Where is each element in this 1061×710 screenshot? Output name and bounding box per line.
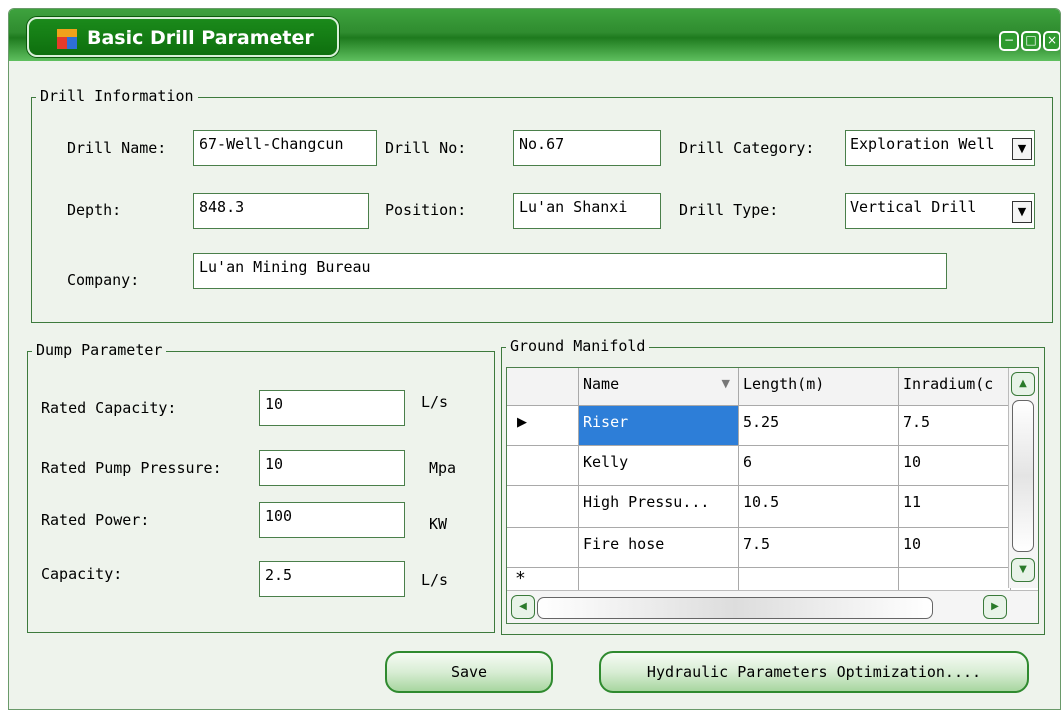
drill-name-label: Drill Name: bbox=[67, 139, 167, 157]
column-header-length[interactable]: Length(m) bbox=[739, 368, 899, 406]
new-row-icon: * bbox=[515, 568, 526, 589]
capacity-label: Capacity: bbox=[41, 565, 123, 583]
sort-down-icon: ▼ bbox=[721, 377, 730, 390]
table-cell[interactable]: High Pressu... bbox=[579, 486, 739, 528]
chevron-down-icon[interactable]: ▼ bbox=[1012, 201, 1032, 223]
position-field[interactable]: Lu'an Shanxi bbox=[513, 193, 661, 229]
column-header-name-label: Name bbox=[583, 375, 620, 393]
chevron-down-icon[interactable]: ▼ bbox=[1012, 138, 1032, 160]
table-cell[interactable]: 10 bbox=[899, 528, 1011, 568]
scroll-right-icon[interactable]: ▶ bbox=[983, 595, 1007, 619]
manifold-grid[interactable]: Name ▼ Length(m) Inradium(c ▶ Riser 5.25… bbox=[506, 367, 1039, 624]
row-header[interactable] bbox=[507, 528, 579, 568]
row-header[interactable]: ▶ bbox=[507, 406, 579, 446]
rated-capacity-unit: L/s bbox=[421, 393, 449, 411]
depth-field[interactable]: 848.3 bbox=[193, 193, 369, 229]
save-button[interactable]: Save bbox=[385, 651, 553, 693]
scroll-down-icon[interactable]: ▼ bbox=[1011, 558, 1035, 582]
table-cell[interactable]: 5.25 bbox=[739, 406, 899, 446]
new-row-header[interactable]: * bbox=[507, 568, 579, 592]
table-cell[interactable]: Kelly bbox=[579, 446, 739, 486]
drill-information-legend: Drill Information bbox=[36, 87, 198, 105]
window-title: Basic Drill Parameter bbox=[87, 27, 314, 49]
table-cell[interactable]: 7.5 bbox=[899, 406, 1011, 446]
rated-power-unit: KW bbox=[429, 515, 448, 533]
drill-category-value: Exploration Well bbox=[850, 135, 995, 153]
rated-capacity-label: Rated Capacity: bbox=[41, 399, 177, 417]
scroll-left-icon[interactable]: ◀ bbox=[511, 595, 535, 619]
rated-pump-pressure-field[interactable]: 10 bbox=[259, 450, 405, 486]
grid-corner bbox=[507, 368, 579, 406]
depth-label: Depth: bbox=[67, 201, 122, 219]
table-cell[interactable] bbox=[899, 568, 1011, 592]
column-header-name[interactable]: Name ▼ bbox=[579, 368, 739, 406]
capacity-field[interactable]: 2.5 bbox=[259, 561, 405, 597]
current-row-icon: ▶ bbox=[517, 415, 527, 430]
row-header[interactable] bbox=[507, 446, 579, 486]
column-header-inradium[interactable]: Inradium(c bbox=[899, 368, 1011, 406]
table-cell[interactable]: 7.5 bbox=[739, 528, 899, 568]
drill-no-field[interactable]: No.67 bbox=[513, 130, 661, 166]
vertical-scrollbar[interactable]: ▲ ▼ bbox=[1008, 368, 1038, 588]
drill-type-value: Vertical Drill bbox=[850, 198, 977, 216]
table-cell[interactable]: 6 bbox=[739, 446, 899, 486]
table-cell[interactable] bbox=[739, 568, 899, 592]
rated-power-label: Rated Power: bbox=[41, 511, 150, 529]
close-icon[interactable]: × bbox=[1043, 31, 1060, 51]
app-icon bbox=[57, 29, 77, 49]
table-cell[interactable]: 11 bbox=[899, 486, 1011, 528]
dump-parameter-legend: Dump Parameter bbox=[32, 341, 167, 359]
drill-type-select[interactable]: Vertical Drill ▼ bbox=[845, 193, 1035, 229]
drill-category-label: Drill Category: bbox=[679, 139, 815, 157]
table-cell[interactable]: Riser bbox=[579, 406, 739, 446]
title-tab: Basic Drill Parameter bbox=[27, 17, 339, 57]
hydraulic-optimization-button[interactable]: Hydraulic Parameters Optimization.... bbox=[599, 651, 1029, 693]
maximize-icon[interactable]: □ bbox=[1021, 31, 1041, 51]
company-field[interactable]: Lu'an Mining Bureau bbox=[193, 253, 947, 289]
table-cell[interactable]: 10.5 bbox=[739, 486, 899, 528]
capacity-unit: L/s bbox=[421, 571, 449, 589]
position-label: Position: bbox=[385, 201, 467, 219]
basic-drill-parameter-window: Basic Drill Parameter − □ × Drill Inform… bbox=[8, 8, 1061, 710]
table-cell[interactable]: Fire hose bbox=[579, 528, 739, 568]
drill-no-label: Drill No: bbox=[385, 139, 467, 157]
rated-capacity-field[interactable]: 10 bbox=[259, 390, 405, 426]
rated-power-field[interactable]: 100 bbox=[259, 502, 405, 538]
ground-manifold-legend: Ground Manifold bbox=[506, 337, 650, 355]
drill-type-label: Drill Type: bbox=[679, 201, 779, 219]
company-label: Company: bbox=[67, 271, 140, 289]
rated-pump-pressure-label: Rated Pump Pressure: bbox=[41, 459, 222, 477]
title-bar[interactable]: Basic Drill Parameter − □ × bbox=[9, 9, 1060, 61]
drill-name-field[interactable]: 67-Well-Changcun bbox=[193, 130, 377, 166]
horizontal-scrollbar[interactable]: ◀ ▶ bbox=[507, 590, 1038, 623]
minimize-icon[interactable]: − bbox=[999, 31, 1019, 51]
row-header[interactable] bbox=[507, 486, 579, 528]
table-cell[interactable] bbox=[579, 568, 739, 592]
horizontal-scroll-thumb[interactable] bbox=[537, 597, 933, 619]
table-cell[interactable]: 10 bbox=[899, 446, 1011, 486]
rated-pump-pressure-unit: Mpa bbox=[429, 459, 457, 477]
drill-category-select[interactable]: Exploration Well ▼ bbox=[845, 130, 1035, 166]
scroll-up-icon[interactable]: ▲ bbox=[1011, 372, 1035, 396]
vertical-scroll-thumb[interactable] bbox=[1012, 400, 1034, 552]
